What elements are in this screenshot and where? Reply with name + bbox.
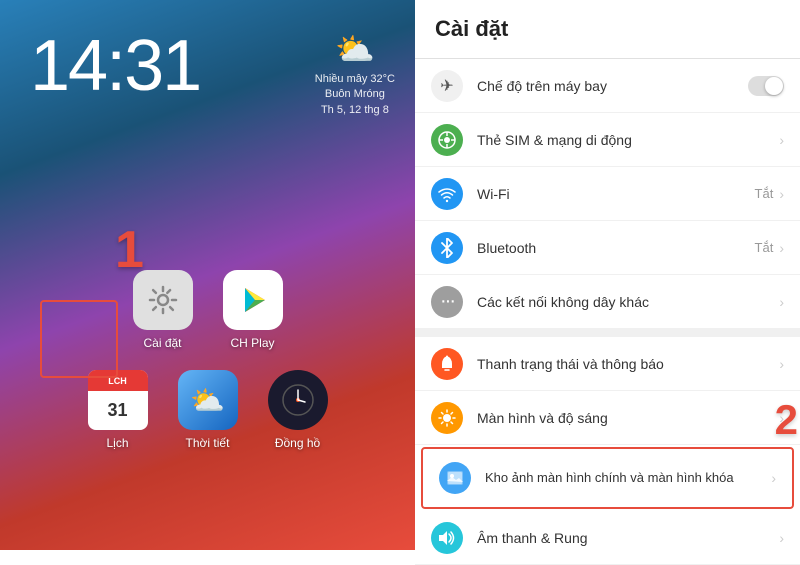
weather-app-label: Thời tiết — [186, 436, 230, 450]
wifi-label: Wi-Fi — [477, 186, 755, 202]
calendar-app-icon: LCH 31 — [88, 370, 148, 430]
notification-icon — [431, 348, 463, 380]
settings-panel-wrapper: Cài đặt ✈ Chế độ trên máy bay Thẻ SIM & … — [415, 0, 800, 550]
settings-item-wifi[interactable]: Wi-Fi Tắt › — [415, 167, 800, 221]
notification-chevron: › — [779, 356, 784, 372]
sim-icon — [431, 124, 463, 156]
airplane-toggle[interactable] — [748, 76, 784, 96]
app-chplay[interactable]: CH Play — [223, 270, 283, 350]
sound-icon — [431, 522, 463, 554]
weather-app-icon: ⛅ — [178, 370, 238, 430]
wallpaper-label: Kho ảnh màn hình chính và màn hình khóa — [485, 470, 771, 487]
settings-title: Cài đặt — [435, 16, 508, 41]
bluetooth-label: Bluetooth — [477, 240, 755, 256]
settings-item-wallpaper[interactable]: Kho ảnh màn hình chính và màn hình khóa … — [421, 447, 794, 509]
weather-widget: ⛅ Nhiều mây 32°C Buôn Mróng Th 5, 12 thg… — [315, 30, 395, 118]
divider-1 — [415, 329, 800, 337]
settings-item-display[interactable]: Màn hình và độ sáng › — [415, 391, 800, 445]
time-display: 14:31 — [30, 30, 200, 102]
bluetooth-icon — [431, 232, 463, 264]
wifi-value: Tắt — [755, 186, 774, 201]
apps-row-2: LCH 31 Lịch ⛅ Thời tiết — [20, 370, 395, 450]
wallpaper-chevron: › — [771, 470, 776, 486]
airplane-icon: ✈ — [431, 70, 463, 102]
sim-label: Thẻ SIM & mạng di động — [477, 132, 779, 148]
bluetooth-value: Tắt — [755, 240, 774, 255]
settings-list: ✈ Chế độ trên máy bay Thẻ SIM & mạng di … — [415, 59, 800, 565]
notification-label: Thanh trạng thái và thông báo — [477, 356, 779, 372]
annotation-number-1: 1 — [115, 220, 144, 280]
wifi-icon — [431, 178, 463, 210]
weather-info: Nhiều mây 32°C Buôn Mróng Th 5, 12 thg 8 — [315, 72, 395, 118]
app-calendar[interactable]: LCH 31 Lịch — [88, 370, 148, 450]
homescreen-panel: 14:31 ⛅ Nhiều mây 32°C Buôn Mróng Th 5, … — [0, 0, 415, 550]
airplane-label: Chế độ trên máy bay — [477, 78, 748, 94]
settings-app-label: Cài đặt — [143, 336, 181, 350]
chplay-app-label: CH Play — [230, 336, 274, 350]
settings-item-connections[interactable]: ··· Các kết nối không dây khác › — [415, 275, 800, 329]
sim-chevron: › — [779, 132, 784, 148]
clock-time: 14:31 — [30, 30, 200, 102]
clock-app-icon — [268, 370, 328, 430]
settings-item-notification[interactable]: Thanh trạng thái và thông báo › — [415, 337, 800, 391]
settings-panel: Cài đặt ✈ Chế độ trên máy bay Thẻ SIM & … — [415, 0, 800, 550]
app-weather[interactable]: ⛅ Thời tiết — [178, 370, 238, 450]
settings-item-sim[interactable]: Thẻ SIM & mạng di động › — [415, 113, 800, 167]
connections-label: Các kết nối không dây khác — [477, 294, 779, 310]
display-label: Màn hình và độ sáng — [477, 410, 779, 426]
clock-app-label: Đồng hồ — [275, 436, 320, 450]
app-clock[interactable]: Đồng hồ — [268, 370, 328, 450]
settings-header: Cài đặt — [415, 0, 800, 59]
weather-icon: ⛅ — [315, 30, 395, 68]
wallpaper-icon — [439, 462, 471, 494]
app-settings[interactable]: Cài đặt — [133, 270, 193, 350]
settings-item-sound[interactable]: Âm thanh & Rung › — [415, 511, 800, 565]
settings-item-airplane[interactable]: ✈ Chế độ trên máy bay — [415, 59, 800, 113]
annotation-box-settings — [40, 300, 118, 378]
bluetooth-chevron: › — [779, 240, 784, 256]
calendar-app-label: Lịch — [106, 436, 128, 450]
sound-label: Âm thanh & Rung — [477, 530, 779, 546]
sound-chevron: › — [779, 530, 784, 546]
annotation-number-2: 2 — [775, 396, 798, 444]
settings-item-bluetooth[interactable]: Bluetooth Tắt › — [415, 221, 800, 275]
chplay-app-icon — [223, 270, 283, 330]
connections-icon: ··· — [431, 286, 463, 318]
wifi-chevron: › — [779, 186, 784, 202]
display-icon — [431, 402, 463, 434]
connections-chevron: › — [779, 294, 784, 310]
